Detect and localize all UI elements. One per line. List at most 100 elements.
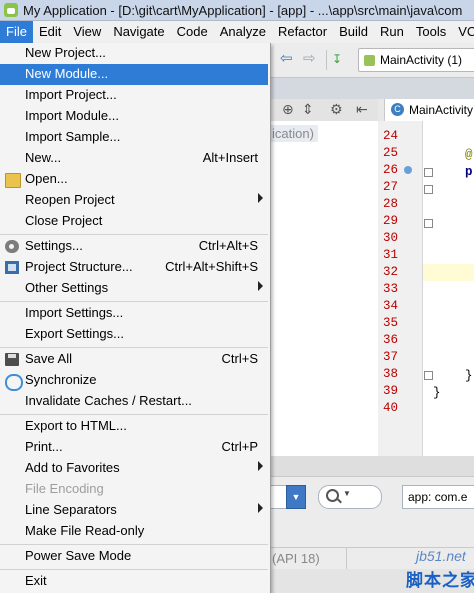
target-icon[interactable]: ⊕ [282,102,294,118]
menu-item-new[interactable]: New... Alt+Insert [0,148,268,169]
folder-icon [5,173,21,188]
line-number: 27 [382,180,398,194]
menu-item-label: Print... [25,439,63,454]
menu-item-make-read-only[interactable]: Make File Read-only [0,521,268,542]
project-tree-item[interactable]: ication) [268,125,318,142]
logcat-toolbar: ▼ ▼ app: com.e [270,476,474,517]
menu-build[interactable]: Build [333,21,374,43]
menu-item-close-project[interactable]: Close Project [0,211,268,232]
menu-item-print[interactable]: Print... Ctrl+P [0,437,268,458]
menu-view[interactable]: View [67,21,107,43]
app-filter-select[interactable]: app: com.e [402,485,474,509]
line-number: 30 [382,231,398,245]
submenu-arrow-icon [258,281,263,291]
title-bar: My Application - [D:\git\cart\MyApplicat… [0,0,474,21]
search-icon [326,489,339,502]
menu-tools[interactable]: Tools [410,21,452,43]
menu-item-label: File Encoding [25,481,104,496]
menu-item-label: Make File Read-only [25,523,145,538]
menu-item-label: Export to HTML... [25,418,127,433]
window-title: My Application - [D:\git\cart\MyApplicat… [23,2,463,18]
tab-label: MainActivity [409,103,474,117]
menu-item-new-project[interactable]: New Project... [0,43,268,64]
download-icon[interactable]: ↧ [332,50,350,68]
run-configuration-select[interactable]: MainActivity (1) [358,48,474,72]
line-number: 36 [382,333,398,347]
logcat-area [270,517,474,547]
hide-panel-icon[interactable]: ⇤ [356,102,368,118]
fold-marker-icon[interactable] [424,219,433,228]
menu-edit[interactable]: Edit [33,21,67,43]
menu-item-label: Project Structure... [25,259,133,274]
menu-item-synchronize[interactable]: Synchronize [0,370,268,391]
forward-arrow-icon[interactable]: ⇨ [303,51,319,67]
menu-item-label: Save All [25,351,72,366]
menu-item-save-all[interactable]: Save All Ctrl+S [0,349,268,370]
menu-item-add-to-favorites[interactable]: Add to Favorites [0,458,268,479]
menu-item-export-settings[interactable]: Export Settings... [0,324,268,345]
menu-item-exit[interactable]: Exit [0,571,268,592]
gear-icon[interactable]: ⚙ [330,102,343,118]
closing-brace: } [433,386,441,400]
menu-item-label: Other Settings [25,280,109,295]
menu-vcs[interactable]: VCS [452,21,474,43]
menu-separator [0,544,268,545]
toolbar-divider [326,50,327,70]
menu-item-label: Import Project... [25,87,117,102]
menu-item-label: Settings... [25,238,83,253]
override-marker-icon[interactable] [404,166,412,174]
menu-item-open[interactable]: Open... [0,169,268,190]
horizontal-scrollbar[interactable] [270,456,474,476]
menu-separator [0,414,268,415]
menu-item-project-structure[interactable]: Project Structure... Ctrl+Alt+Shift+S [0,257,268,278]
menu-item-import-sample[interactable]: Import Sample... [0,127,268,148]
closing-brace: } [465,369,473,383]
menu-item-shortcut: Alt+Insert [202,150,258,165]
menu-item-settings[interactable]: Settings... Ctrl+Alt+S [0,236,268,257]
menu-item-line-separators[interactable]: Line Separators [0,500,268,521]
menu-item-reopen-project[interactable]: Reopen Project [0,190,268,211]
menu-item-label: Add to Favorites [25,460,120,475]
search-options-icon[interactable]: ▼ [343,489,351,498]
menu-item-import-project[interactable]: Import Project... [0,85,268,106]
menu-item-label: Close Project [25,213,103,228]
menu-file[interactable]: File [0,21,33,43]
menu-run[interactable]: Run [374,21,410,43]
device-select[interactable]: ▼ [270,485,306,509]
menu-separator [0,234,268,235]
menu-item-power-save-mode[interactable]: Power Save Mode [0,546,268,567]
menu-item-export-html[interactable]: Export to HTML... [0,416,268,437]
menu-separator [0,569,268,570]
chevron-down-icon[interactable]: ▼ [286,485,306,509]
menu-item-invalidate-caches[interactable]: Invalidate Caches / Restart... [0,391,268,412]
project-panel: ication) [268,121,378,456]
menu-item-label: New... [25,150,62,165]
menu-navigate[interactable]: Navigate [107,21,170,43]
menu-item-label: New Project... [25,45,106,60]
menu-item-import-settings[interactable]: Import Settings... [0,303,268,324]
menu-item-label: Import Sample... [25,129,121,144]
fold-marker-icon[interactable] [424,371,433,380]
menu-separator [0,301,268,302]
menu-code[interactable]: Code [171,21,214,43]
line-number: 28 [382,197,398,211]
sync-icon [5,374,23,391]
line-number: 35 [382,316,398,330]
main-toolbar: ⇦ ⇨ ↧ MainActivity (1) [270,43,474,78]
menu-item-label: Open... [25,171,68,186]
line-number: 29 [382,214,398,228]
menu-analyze[interactable]: Analyze [214,21,272,43]
search-input[interactable]: ▼ [318,485,382,509]
back-arrow-icon[interactable]: ⇦ [280,51,296,67]
tab-main-activity[interactable]: C MainActivity [384,99,474,121]
menu-item-new-module[interactable]: New Module... [0,64,268,85]
fold-marker-icon[interactable] [424,168,433,177]
line-number: 39 [382,384,398,398]
menu-item-import-module[interactable]: Import Module... [0,106,268,127]
collapse-icon[interactable]: ⇕ [302,102,314,118]
menu-item-label: Export Settings... [25,326,124,341]
menu-refactor[interactable]: Refactor [272,21,333,43]
menu-item-other-settings[interactable]: Other Settings [0,278,268,299]
fold-marker-icon[interactable] [424,185,433,194]
annotation-code: @ [465,148,473,162]
